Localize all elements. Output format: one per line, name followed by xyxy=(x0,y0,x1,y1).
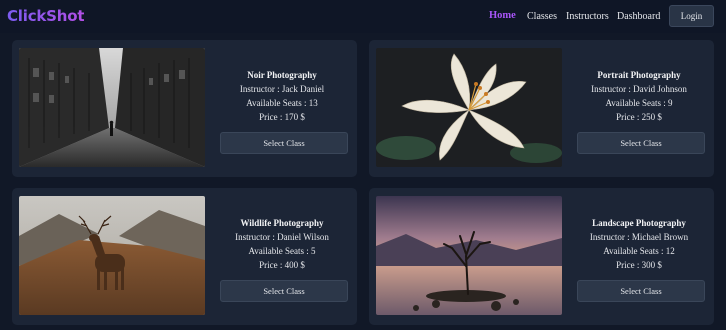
class-seats: Available Seats : 13 xyxy=(246,98,318,108)
select-class-button[interactable]: Select Class xyxy=(220,132,348,154)
class-seats: Available Seats : 12 xyxy=(603,246,675,256)
class-info: Noir Photography Instructor : Jack Danie… xyxy=(212,40,352,177)
select-class-button[interactable]: Select Class xyxy=(220,280,348,302)
class-price: Price : 300 $ xyxy=(616,260,662,270)
deer-highlands-photo xyxy=(19,196,205,315)
class-title: Wildlife Photography xyxy=(240,218,324,228)
class-card-portrait: Portrait Photography Instructor : David … xyxy=(369,40,714,177)
class-price: Price : 400 $ xyxy=(259,260,305,270)
class-card-noir: Noir Photography Instructor : Jack Danie… xyxy=(12,40,357,177)
class-card-wildlife: Wildlife Photography Instructor : Daniel… xyxy=(12,188,357,325)
nav-home[interactable]: Home xyxy=(489,10,516,21)
class-instructor: Instructor : David Johnson xyxy=(591,84,687,94)
class-seats: Available Seats : 5 xyxy=(248,246,316,256)
class-price: Price : 250 $ xyxy=(616,112,662,122)
class-instructor: Instructor : Michael Brown xyxy=(589,232,689,242)
class-title: Portrait Photography xyxy=(597,70,681,80)
class-instructor: Instructor : Daniel Wilson xyxy=(235,232,329,242)
nav-classes[interactable]: Classes xyxy=(527,11,557,22)
class-price: Price : 170 $ xyxy=(259,112,305,122)
select-class-button[interactable]: Select Class xyxy=(577,132,705,154)
class-seats: Available Seats : 9 xyxy=(605,98,673,108)
class-info: Landscape Photography Instructor : Micha… xyxy=(569,188,709,325)
navbar: ClickShot Home Classes Instructors Dashb… xyxy=(0,0,726,33)
login-button[interactable]: Login xyxy=(669,5,714,27)
noir-alley-photo xyxy=(19,48,205,167)
lake-tree-photo xyxy=(376,196,562,315)
class-title: Landscape Photography xyxy=(592,218,686,228)
select-class-button[interactable]: Select Class xyxy=(577,280,705,302)
nav-dashboard[interactable]: Dashboard xyxy=(617,11,660,22)
class-info: Wildlife Photography Instructor : Daniel… xyxy=(212,188,352,325)
lily-flower-photo xyxy=(376,48,562,167)
class-instructor: Instructor : Jack Daniel xyxy=(239,84,325,94)
class-title: Noir Photography xyxy=(247,70,317,80)
class-info: Portrait Photography Instructor : David … xyxy=(569,40,709,177)
class-card-landscape: Landscape Photography Instructor : Micha… xyxy=(369,188,714,325)
nav-instructors[interactable]: Instructors xyxy=(566,11,609,22)
brand-logo[interactable]: ClickShot xyxy=(7,7,85,25)
